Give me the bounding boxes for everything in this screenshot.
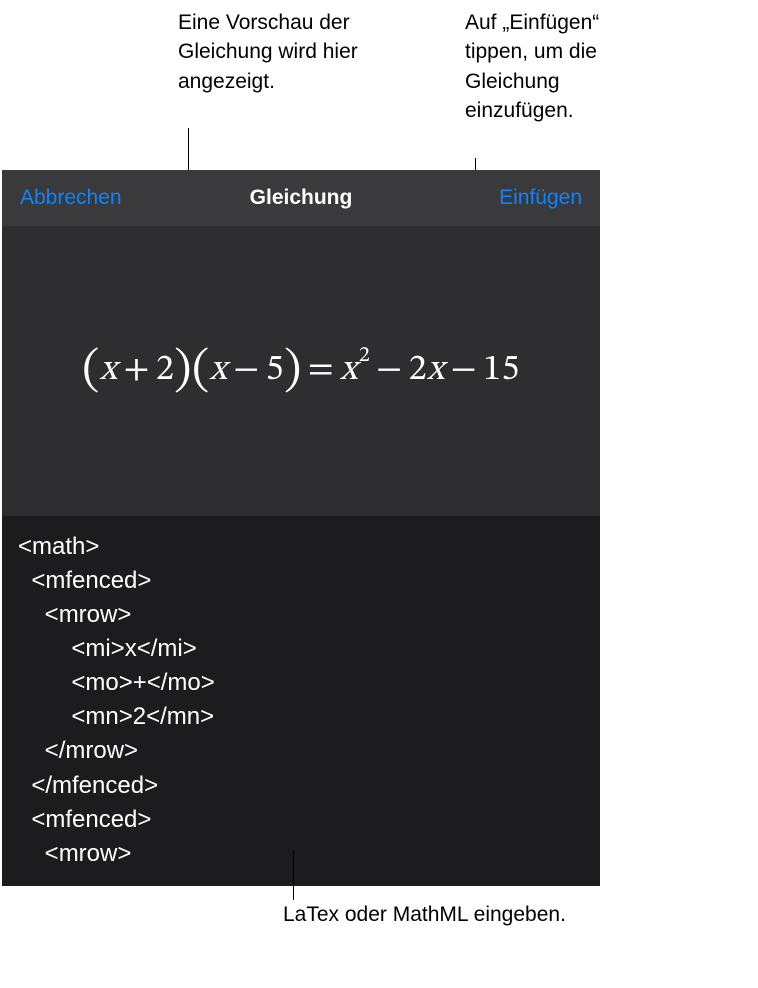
code-input-area[interactable]: <math> <mfenced> <mrow> <mi>x</mi> <mo>+… [2, 516, 600, 886]
exponent-2: 2 [359, 345, 370, 367]
num-2: 2 [409, 352, 427, 388]
equation-preview-area: (x+2)(x−5)=x2−2x−15 [2, 226, 600, 516]
equation-preview: (x+2)(x−5)=x2−2x−15 [82, 341, 520, 401]
op-minus: − [376, 352, 402, 388]
paren-close: ) [174, 347, 192, 395]
cancel-button[interactable]: Abbrechen [20, 186, 122, 210]
callout-preview: Eine Vorschau der Gleichung wird hier an… [178, 8, 398, 96]
paren-close: ) [284, 347, 302, 395]
callout-line [293, 850, 294, 900]
callout-insert: Auf „Einfügen“ tippen, um die Gleichung … [465, 8, 665, 126]
num-2: 2 [156, 352, 174, 388]
op-equals: = [308, 352, 334, 388]
op-plus: + [124, 352, 150, 388]
num-5: 5 [266, 352, 284, 388]
var-x: x [210, 352, 228, 388]
paren-open: ( [192, 347, 210, 395]
var-x: x [340, 352, 358, 388]
code-text: <math> <mfenced> <mrow> <mi>x</mi> <mo>+… [18, 530, 584, 871]
callout-input: LaTex oder MathML eingeben. [283, 900, 566, 929]
paren-open: ( [82, 347, 100, 395]
op-minus: − [233, 352, 259, 388]
var-x: x [427, 352, 445, 388]
panel-title: Gleichung [250, 186, 353, 210]
equation-editor-panel: Abbrechen Gleichung Einfügen (x+2)(x−5)=… [2, 170, 600, 886]
insert-button[interactable]: Einfügen [499, 186, 582, 210]
var-x: x [100, 352, 118, 388]
panel-header: Abbrechen Gleichung Einfügen [2, 170, 600, 226]
op-minus: − [451, 352, 477, 388]
num-15: 15 [483, 352, 520, 388]
